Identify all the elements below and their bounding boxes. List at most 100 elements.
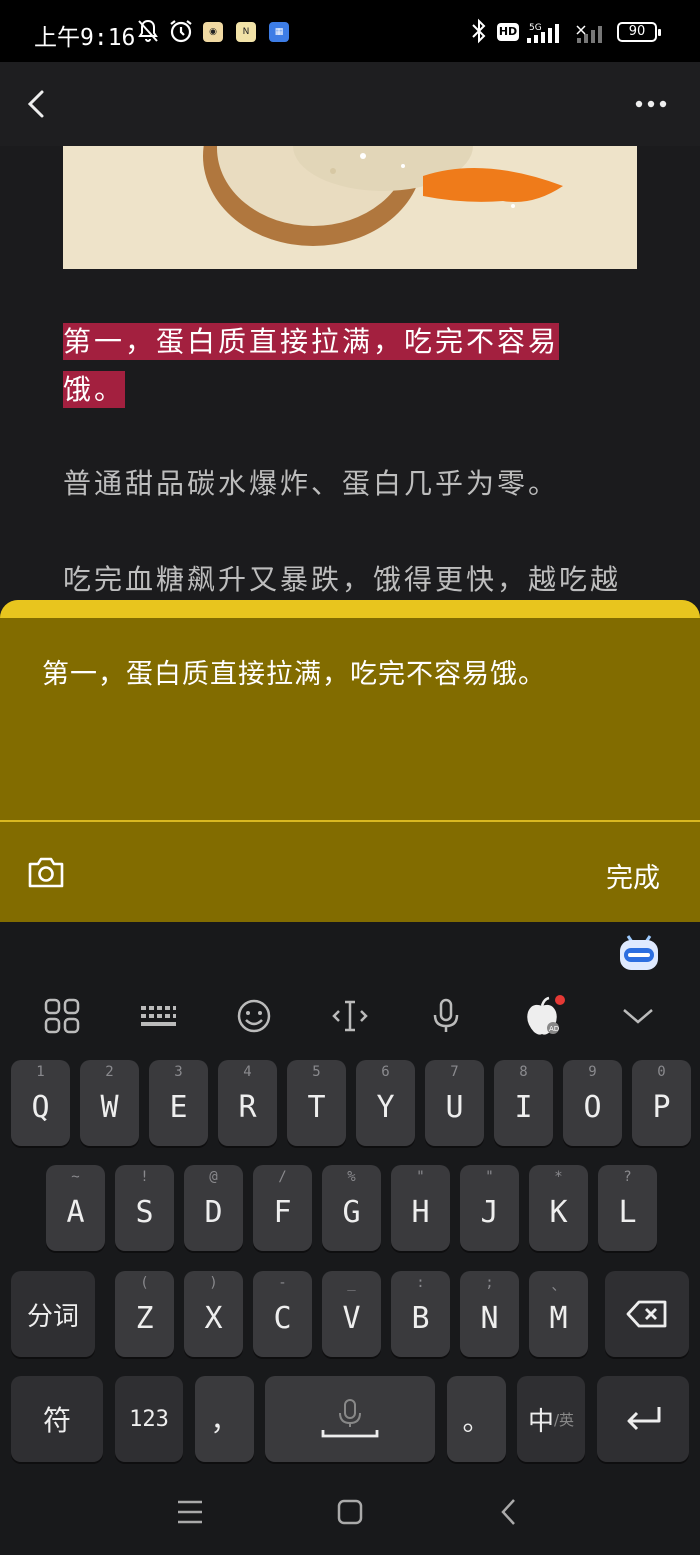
key-v[interactable]: _ V <box>322 1271 381 1357</box>
key-label: Z <box>135 1301 154 1336</box>
key-a[interactable]: ~ A <box>46 1165 105 1251</box>
recent-apps-button[interactable] <box>170 1492 210 1532</box>
highlighted-text[interactable]: 第一，蛋白质直接拉满，吃完不容易 <box>63 323 560 360</box>
key-label: S <box>135 1195 154 1230</box>
collapse-keyboard-icon[interactable] <box>616 994 660 1038</box>
key-label: P <box>652 1090 671 1125</box>
key-s[interactable]: ! S <box>115 1165 174 1251</box>
system-back-button[interactable] <box>490 1492 530 1532</box>
key-sub-label: / <box>278 1169 287 1185</box>
key-sub-label: % <box>347 1169 356 1185</box>
key-x[interactable]: ) X <box>184 1271 243 1357</box>
key-g[interactable]: % G <box>322 1165 381 1251</box>
key-r[interactable]: 4R <box>218 1060 277 1146</box>
done-button[interactable]: 完成 <box>606 856 660 895</box>
key-sub-label: 6 <box>381 1064 390 1080</box>
backspace-icon <box>605 1271 689 1357</box>
key-t[interactable]: 5T <box>287 1060 346 1146</box>
note-input[interactable]: 第一，蛋白质直接拉满，吃完不容易饿。 <box>42 652 546 691</box>
key-h[interactable]: " H <box>391 1165 450 1251</box>
home-button[interactable] <box>330 1492 370 1532</box>
back-button[interactable] <box>16 82 60 126</box>
key-label: K <box>549 1195 568 1230</box>
key-n[interactable]: ; N <box>460 1271 519 1357</box>
app-notification-icon: ◉ <box>203 22 223 42</box>
back-chevron-icon <box>501 1499 515 1525</box>
svg-text:5G: 5G <box>529 23 542 33</box>
key-sub-label: 0 <box>657 1064 666 1080</box>
key-l[interactable]: ? L <box>598 1165 657 1251</box>
key-sub-label: : <box>416 1275 425 1291</box>
language-switch-key[interactable]: 中/英 <box>517 1376 585 1462</box>
note-editor-panel: 第一，蛋白质直接拉满，吃完不容易饿。 完成 <box>0 600 700 922</box>
key-k[interactable]: * K <box>529 1165 588 1251</box>
key-sub-label: 8 <box>519 1064 528 1080</box>
alarm-icon <box>168 18 194 50</box>
key-q[interactable]: 1Q <box>11 1060 70 1146</box>
lang-label: 中 <box>527 1406 554 1437</box>
cursor-move-icon[interactable] <box>328 994 372 1038</box>
space-key[interactable] <box>265 1376 435 1462</box>
segment-key[interactable]: 分词 <box>11 1271 95 1357</box>
numeric-key[interactable]: 123 <box>115 1376 183 1462</box>
keyboard-layout-icon[interactable] <box>136 994 180 1038</box>
key-c[interactable]: -C <box>253 1271 312 1357</box>
key-sub-label: _ <box>347 1275 356 1291</box>
key-y[interactable]: 6Y <box>356 1060 415 1146</box>
home-square-icon <box>337 1499 363 1525</box>
key-label: I <box>514 1090 533 1125</box>
key-d[interactable]: @ D <box>184 1165 243 1251</box>
key-o[interactable]: 9O <box>563 1060 622 1146</box>
enter-key[interactable] <box>597 1376 689 1462</box>
back-arrow-icon <box>27 90 44 118</box>
emoji-icon[interactable] <box>232 994 276 1038</box>
divider <box>0 820 700 822</box>
camera-button[interactable] <box>24 850 68 894</box>
status-time: 上午9:16 <box>34 25 136 51</box>
key-sub-label: 5 <box>312 1064 321 1080</box>
more-options-button[interactable] <box>626 82 676 126</box>
keyboard-mascot-icon[interactable] <box>614 928 664 974</box>
article-image <box>63 146 637 269</box>
key-sub-label: ~ <box>71 1169 80 1185</box>
key-f[interactable]: / F <box>253 1165 312 1251</box>
article-paragraph: 吃完血糖飙升又暴跌，饿得更快，越吃越 <box>63 563 622 596</box>
backspace-key[interactable] <box>605 1271 689 1357</box>
key-sub-label: - <box>278 1275 287 1291</box>
battery-indicator: 90 <box>617 22 661 42</box>
voice-input-icon[interactable] <box>424 994 468 1038</box>
highlighted-text-end[interactable]: 饿。 <box>63 371 126 408</box>
key-label: L <box>618 1195 637 1230</box>
camera-icon <box>28 857 64 888</box>
system-navigation-bar <box>0 1470 700 1555</box>
key-m[interactable]: 、 M <box>529 1271 588 1357</box>
svg-text:AD: AD <box>549 1025 559 1033</box>
status-bar: 上午9:16 ◉ N ▦ HD 5G 90 <box>0 0 700 62</box>
key-u[interactable]: 7U <box>425 1060 484 1146</box>
key-p[interactable]: 0P <box>632 1060 691 1146</box>
key-label: M <box>549 1301 568 1336</box>
ad-app-icon[interactable]: AD <box>520 994 565 1038</box>
key-label: F <box>273 1195 292 1230</box>
key-i[interactable]: 8I <box>494 1060 553 1146</box>
key-sub-label: ? <box>623 1169 632 1185</box>
key-label: E <box>169 1090 188 1125</box>
key-j[interactable]: " J <box>460 1165 519 1251</box>
highlighted-paragraph[interactable]: 第一，蛋白质直接拉满，吃完不容易 饿。 <box>63 318 637 414</box>
key-z[interactable]: (Z <box>115 1271 174 1357</box>
key-sub-label: ; <box>485 1275 494 1291</box>
key-label: N <box>480 1301 499 1336</box>
key-sub-label: 4 <box>243 1064 252 1080</box>
note-app-notification-icon: N <box>236 22 256 42</box>
key-sub-label: * <box>554 1169 563 1185</box>
key-b[interactable]: :B <box>391 1271 450 1357</box>
mute-notification-icon <box>136 18 160 50</box>
signal-icon <box>576 25 602 43</box>
key-label: X <box>204 1301 223 1336</box>
key-e[interactable]: 3E <box>149 1060 208 1146</box>
period-key[interactable]: 。 <box>447 1376 506 1462</box>
key-w[interactable]: 2W <box>80 1060 139 1146</box>
symbol-key[interactable]: 符 <box>11 1376 103 1462</box>
apps-grid-icon[interactable] <box>40 994 84 1038</box>
comma-key[interactable]: ， <box>195 1376 254 1462</box>
